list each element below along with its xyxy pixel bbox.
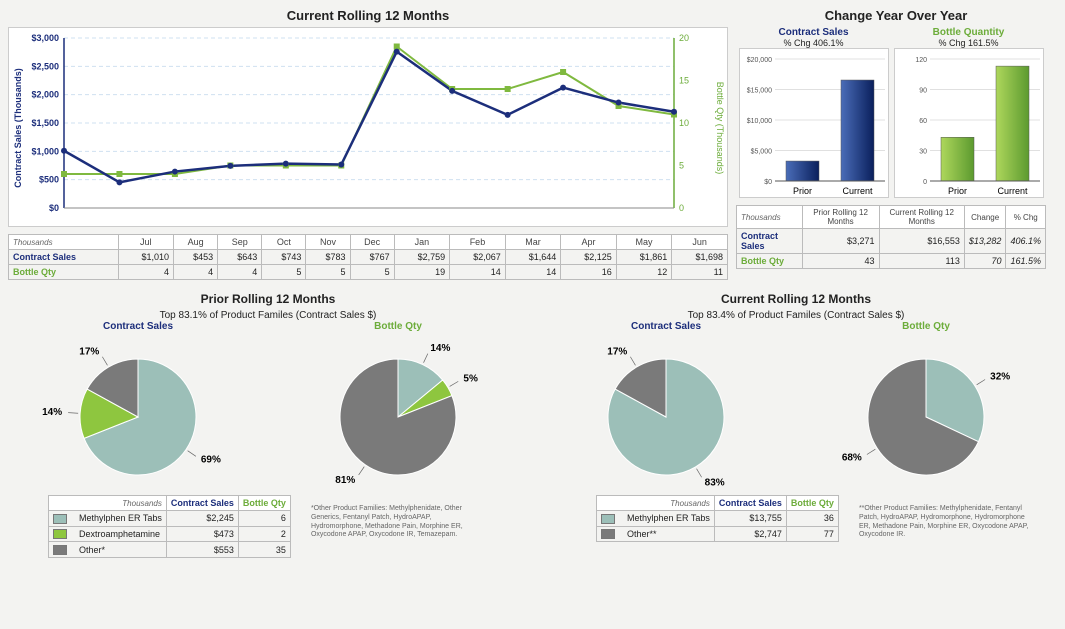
svg-text:$20,000: $20,000 (746, 57, 771, 64)
svg-text:15: 15 (679, 76, 689, 86)
svg-text:14%: 14% (430, 343, 450, 354)
svg-text:$2,000: $2,000 (31, 90, 59, 100)
svg-text:5%: 5% (463, 373, 478, 384)
svg-text:$0: $0 (764, 179, 772, 186)
svg-text:69%: 69% (201, 455, 221, 466)
svg-text:$15,000: $15,000 (746, 88, 771, 95)
svg-text:83%: 83% (705, 477, 725, 488)
prior-cs-label: Contract Sales (8, 321, 268, 332)
yoy-bottle-header: Bottle Quantity (891, 27, 1046, 38)
svg-text:Prior: Prior (792, 186, 811, 196)
current-contract-pie: 83% 17% (556, 332, 776, 492)
prior-table: ThousandsContract SalesBottle QtyMethylp… (48, 495, 291, 558)
prior-bq-label: Bottle Qty (268, 321, 528, 332)
line-chart-title: Current Rolling 12 Months (8, 8, 728, 23)
yoy-table: ThousandsPrior Rolling 12 MonthsCurrent … (736, 205, 1046, 269)
prior-contract-pie: 69% 14% 17% (28, 332, 248, 492)
svg-text:60: 60 (919, 118, 927, 125)
svg-text:20: 20 (679, 33, 689, 43)
svg-text:$0: $0 (49, 203, 59, 213)
svg-text:81%: 81% (335, 475, 355, 486)
current-title: Current Rolling 12 Months (536, 292, 1056, 306)
current-cs-label: Contract Sales (536, 321, 796, 332)
months-table: ThousandsJulAugSepOctNovDecJanFebMarAprM… (8, 234, 728, 280)
svg-text:68%: 68% (842, 453, 862, 464)
svg-text:$5,000: $5,000 (750, 149, 772, 156)
svg-text:$3,000: $3,000 (31, 33, 59, 43)
svg-text:30: 30 (919, 149, 927, 156)
yoy-contract-bar: $0 $5,000 $10,000 $15,000 $20,000 Prior Curren… (739, 48, 889, 198)
prior-footnote: *Other Product Families: Methylphenidate… (311, 505, 481, 558)
svg-text:$1,500: $1,500 (31, 118, 59, 128)
current-footnote: **Other Product Families: Methylphenidat… (859, 505, 1029, 542)
svg-text:Current: Current (997, 186, 1028, 196)
yoy-title: Change Year Over Year (736, 8, 1056, 23)
current-bottle-pie: 32% 68% (816, 332, 1036, 492)
svg-text:120: 120 (915, 57, 927, 64)
yoy-contract-sub: % Chg 406.1% (736, 38, 891, 48)
yoy-contract-header: Contract Sales (736, 27, 891, 38)
svg-text:5: 5 (679, 161, 684, 171)
prior-sub: Top 83.1% of Product Familes (Contract S… (8, 310, 528, 321)
svg-text:17%: 17% (607, 347, 627, 358)
yoy-bottle-bar: 0 30 60 90 120 Prior Current (894, 48, 1044, 198)
svg-text:Prior: Prior (947, 186, 966, 196)
svg-text:14%: 14% (42, 407, 62, 418)
svg-text:$2,500: $2,500 (31, 61, 59, 71)
svg-text:$10,000: $10,000 (746, 118, 771, 125)
svg-text:0: 0 (679, 203, 684, 213)
current-sub: Top 83.4% of Product Familes (Contract S… (536, 310, 1056, 321)
svg-text:$1,000: $1,000 (31, 146, 59, 156)
svg-text:Bottle Qty (Thousands): Bottle Qty (Thousands) (715, 82, 725, 175)
svg-text:Contract Sales (Thousands): Contract Sales (Thousands) (13, 68, 23, 188)
svg-text:$500: $500 (39, 175, 59, 185)
svg-text:10: 10 (679, 118, 689, 128)
svg-text:Current: Current (842, 186, 873, 196)
yoy-bottle-sub: % Chg 161.5% (891, 38, 1046, 48)
svg-text:17%: 17% (79, 347, 99, 358)
line-chart: $0 $500 $1,000 $1,500 $2,000 $2,500 $3,000 0 5 10… (8, 27, 728, 227)
svg-text:32%: 32% (990, 371, 1010, 382)
current-bq-label: Bottle Qty (796, 321, 1056, 332)
svg-text:0: 0 (923, 179, 927, 186)
svg-text:90: 90 (919, 88, 927, 95)
prior-title: Prior Rolling 12 Months (8, 292, 528, 306)
prior-bottle-pie: 14% 5% 81% (288, 332, 508, 492)
current-table: ThousandsContract SalesBottle QtyMethylp… (596, 495, 839, 542)
